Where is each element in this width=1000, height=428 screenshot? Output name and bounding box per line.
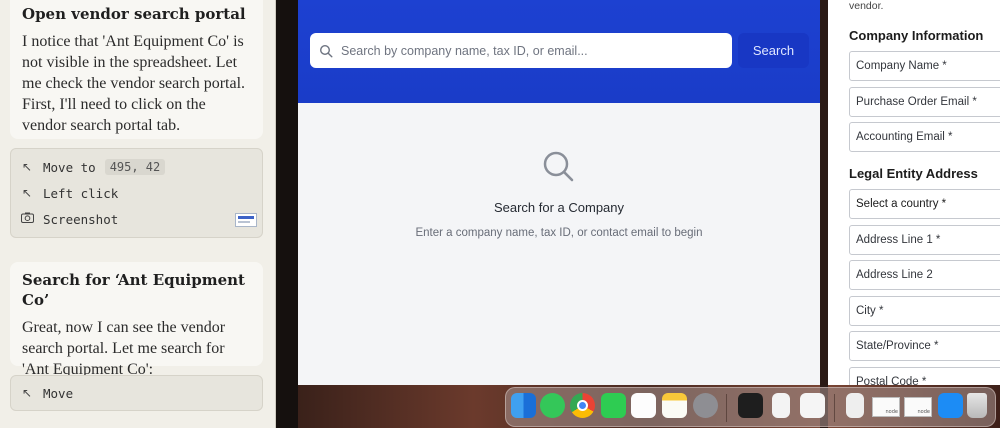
- empty-state: Search for a Company Enter a company nam…: [298, 150, 820, 239]
- camera-icon: [20, 212, 34, 226]
- action-row-click: ↖ Left click: [20, 183, 118, 203]
- cursor-move-icon: ↖: [21, 160, 33, 174]
- app-store-icon[interactable]: [938, 393, 963, 418]
- search-icon: [319, 44, 333, 58]
- action-label: Left click: [43, 185, 119, 201]
- trash-icon[interactable]: [967, 393, 987, 418]
- dock-separator: [726, 394, 727, 422]
- textedit-icon[interactable]: [800, 393, 825, 418]
- cursor-move-icon: ↖: [21, 386, 33, 400]
- company-name-field[interactable]: Company Name *: [849, 51, 1000, 81]
- messages-icon[interactable]: [540, 393, 565, 418]
- dock: node node: [505, 387, 996, 427]
- document-icon[interactable]: [772, 393, 790, 418]
- notes-icon[interactable]: [662, 393, 687, 418]
- country-select[interactable]: Select a country *: [849, 189, 1000, 219]
- agent-message-card: Search for ‘Ant Equipment Co’ Great, now…: [10, 262, 263, 378]
- empty-state-title: Search for a Company: [493, 200, 625, 215]
- vendor-form-window: vendor. Company Information Company Name…: [828, 0, 1000, 385]
- agent-message-card: Open vendor search portal I notice that …: [10, 0, 263, 139]
- section-heading-company: Company Information: [849, 28, 984, 43]
- accounting-email-field[interactable]: Accounting Email *: [849, 122, 1000, 152]
- facetime-icon[interactable]: [601, 393, 626, 418]
- window-thumbnail[interactable]: node: [872, 397, 900, 417]
- message-title: Search for ‘Ant Equipment Co’: [22, 271, 245, 309]
- terminal-icon[interactable]: [738, 393, 763, 418]
- action-row-move: ↖ Move to 495, 42: [20, 157, 166, 177]
- message-body: I notice that 'Ant Equipment Co' is not …: [22, 33, 246, 134]
- address-line-1-field[interactable]: Address Line 1 *: [849, 225, 1000, 255]
- action-row-move: ↖ Move: [20, 383, 73, 403]
- search-box[interactable]: [310, 33, 732, 68]
- system-settings-icon[interactable]: [693, 393, 718, 418]
- finder-icon[interactable]: [511, 393, 536, 418]
- vendor-search-window: Search Search for a Company Enter a comp…: [298, 0, 820, 385]
- action-log: ↖ Move: [10, 375, 263, 411]
- action-label: Move: [43, 385, 74, 401]
- reminders-icon[interactable]: [631, 393, 656, 418]
- window-thumbnail[interactable]: node: [904, 397, 932, 417]
- file-icon[interactable]: [846, 393, 864, 418]
- city-field[interactable]: City *: [849, 296, 1000, 326]
- dock-separator: [834, 394, 835, 422]
- message-body: Great, now I can see the vendor search p…: [22, 319, 226, 378]
- search-header: Search: [298, 0, 820, 103]
- address-line-2-field[interactable]: Address Line 2: [849, 260, 1000, 290]
- cursor-click-icon: ↖: [21, 186, 33, 200]
- chrome-icon[interactable]: [570, 393, 595, 418]
- screenshot-thumbnail[interactable]: [235, 213, 257, 227]
- search-input[interactable]: [341, 43, 721, 58]
- section-heading-address: Legal Entity Address: [849, 166, 978, 181]
- message-title: Open vendor search portal: [22, 5, 246, 23]
- action-label: Screenshot: [43, 211, 119, 227]
- postal-code-field[interactable]: Postal Code *: [849, 367, 1000, 385]
- search-button[interactable]: Search: [738, 33, 809, 68]
- state-province-field[interactable]: State/Province *: [849, 331, 1000, 361]
- form-intro-text: vendor.: [849, 0, 884, 12]
- action-label: Move to: [43, 159, 96, 175]
- empty-state-subtitle: Enter a company name, tax ID, or contact…: [415, 227, 703, 239]
- purchase-order-email-field[interactable]: Purchase Order Email *: [849, 87, 1000, 117]
- desktop-background: [276, 0, 298, 428]
- action-row-screenshot: Screenshot: [20, 209, 118, 229]
- action-log: ↖ Move to 495, 42 ↖ Left click Screensho…: [10, 148, 263, 238]
- search-icon: [543, 151, 574, 182]
- agent-panel: Open vendor search portal I notice that …: [0, 0, 276, 428]
- action-coordinates: 495, 42: [104, 159, 166, 175]
- window-gap: [820, 0, 828, 428]
